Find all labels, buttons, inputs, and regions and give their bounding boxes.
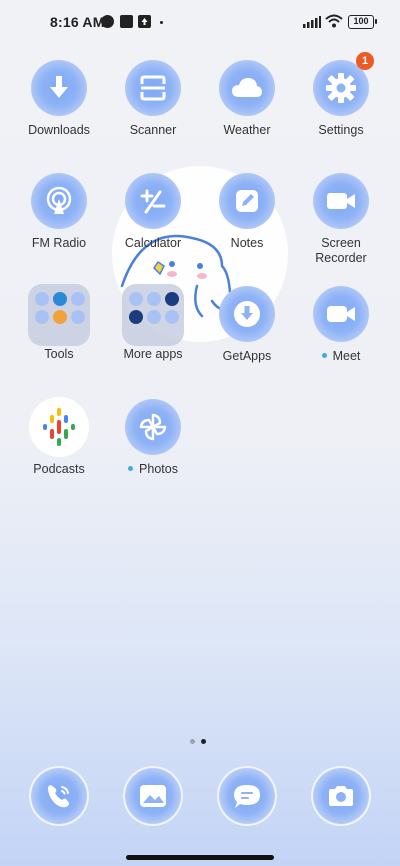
download-icon (31, 60, 87, 116)
notification-badge: 1 (356, 52, 374, 70)
status-time: 8:16 AM (50, 14, 105, 30)
page-indicator (190, 731, 212, 749)
app-label: Meet (286, 349, 396, 364)
battery-indicator: 100 (348, 15, 377, 29)
app-label: Photos (98, 462, 208, 477)
dock-camera[interactable] (311, 766, 371, 826)
app-mini-icon (71, 310, 85, 324)
home-indicator[interactable] (126, 855, 274, 860)
folder-icon (122, 284, 184, 346)
upload-notification-icon (138, 15, 151, 28)
new-install-dot (321, 353, 327, 359)
more-notifications-icon (160, 21, 163, 24)
camera-icon (329, 786, 353, 806)
app-label: Screen Recorder (315, 236, 367, 265)
messages-icon (234, 785, 260, 808)
app-mini-icon (53, 310, 67, 324)
wifi-icon (325, 14, 343, 28)
app-mini-icon (147, 310, 161, 324)
scanner-icon (125, 60, 181, 116)
app-mini-icon (35, 292, 49, 306)
app-mini-icon (165, 310, 179, 324)
app-mini-icon (165, 292, 179, 306)
page-dot-active[interactable] (201, 739, 206, 744)
app-mini-icon (71, 292, 85, 306)
new-install-dot (128, 466, 134, 472)
signal-icon (303, 16, 321, 28)
notification-icon (101, 15, 114, 28)
dock-gallery[interactable] (123, 766, 183, 826)
radio-icon (31, 173, 87, 229)
download-icon (219, 286, 275, 342)
notification-app-icon (120, 15, 133, 28)
calculator-icon (125, 173, 181, 229)
page-dot[interactable] (190, 739, 195, 744)
app-mini-icon (53, 292, 67, 306)
app-label: Settings (318, 123, 364, 137)
cloud-icon (219, 60, 275, 116)
gallery-icon (140, 785, 166, 807)
app-mini-icon (35, 310, 49, 324)
app-mini-icon (147, 292, 161, 306)
app-mini-icon (129, 292, 143, 306)
pinwheel-icon (125, 399, 181, 455)
dock-phone[interactable] (29, 766, 89, 826)
podcasts-icon (29, 397, 89, 457)
folder-icon (28, 284, 90, 346)
phone-icon (48, 785, 69, 808)
dock-messages[interactable] (217, 766, 277, 826)
status-bar: 8:16 AM 100 (0, 0, 400, 44)
video-camera-icon (313, 286, 369, 342)
video-camera-icon (313, 173, 369, 229)
notes-icon (219, 173, 275, 229)
app-mini-icon (129, 310, 143, 324)
